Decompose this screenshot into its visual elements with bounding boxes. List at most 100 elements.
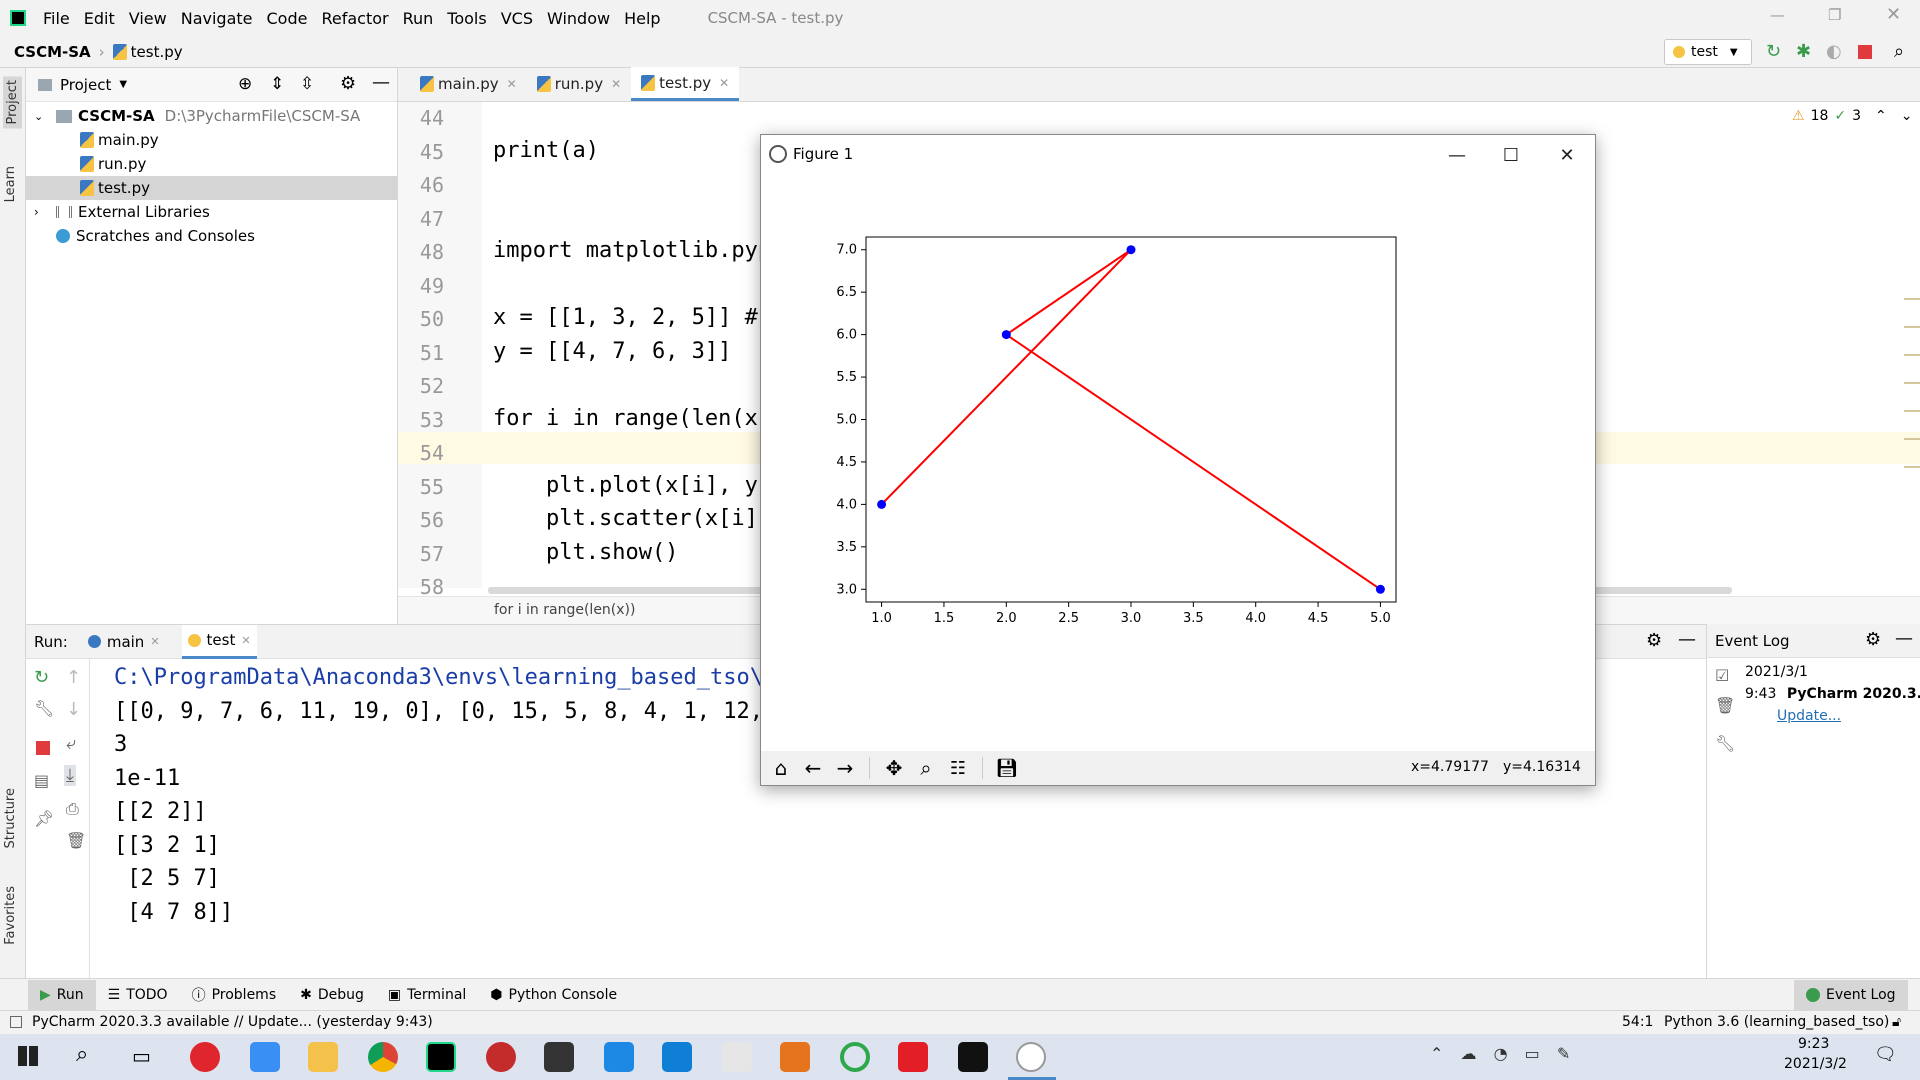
code-line[interactable]: y = [[4, 7, 6, 3]]: [493, 339, 731, 364]
task-view-icon[interactable]: ▭: [132, 1044, 151, 1068]
bottom-tab-debug[interactable]: ✱ Debug: [288, 987, 376, 1003]
status-message[interactable]: PyCharm 2020.3.3 available // Update... …: [32, 1014, 433, 1030]
tool-tab-project[interactable]: Project: [3, 76, 22, 129]
notes-app-icon[interactable]: [250, 1042, 280, 1072]
lock-icon[interactable]: 🔓︎: [1892, 1014, 1901, 1030]
locate-icon[interactable]: ⊕: [238, 74, 252, 94]
expand-all-icon[interactable]: ⇕: [270, 74, 284, 94]
tree-item-run[interactable]: run.py: [26, 152, 397, 176]
clock-date[interactable]: 2021/3/2: [1784, 1056, 1847, 1072]
back-icon[interactable]: ←: [799, 756, 827, 780]
rerun-icon[interactable]: ↻: [1766, 41, 1781, 62]
run-tab-main[interactable]: main ✕: [87, 633, 160, 651]
file-explorer-icon[interactable]: [308, 1042, 338, 1072]
tree-item-external-libraries[interactable]: › External Libraries: [26, 200, 397, 224]
hide-icon[interactable]: —: [1895, 628, 1913, 649]
feather-app-icon[interactable]: [722, 1042, 752, 1072]
trash-icon[interactable]: 🗑︎: [1715, 696, 1735, 715]
figure-close-button[interactable]: ✕: [1539, 135, 1595, 175]
configure-icon[interactable]: ☷: [944, 758, 972, 779]
bottom-tab-problems[interactable]: ⓘ Problems: [180, 985, 289, 1005]
chevron-right-icon[interactable]: ›: [34, 205, 50, 219]
tree-root[interactable]: ⌄ CSCM-SA D:\3PycharmFile\CSCM-SA: [26, 104, 397, 128]
code-line[interactable]: x = [[1, 3, 2, 5]] #: [493, 305, 758, 330]
hide-icon[interactable]: —: [372, 72, 390, 93]
menu-vcs[interactable]: VCS: [494, 9, 540, 28]
event-log-button[interactable]: Event Log: [1794, 979, 1908, 1010]
matlab-icon[interactable]: [780, 1042, 810, 1072]
code-line[interactable]: plt.show(): [493, 540, 678, 565]
vscode-icon[interactable]: [662, 1042, 692, 1072]
pan-icon[interactable]: ✥: [880, 756, 908, 780]
tab-run-py[interactable]: run.py ✕: [527, 67, 631, 101]
close-icon[interactable]: ✕: [611, 77, 621, 91]
pycharm-icon[interactable]: [426, 1042, 456, 1072]
clock-time[interactable]: 9:23: [1798, 1036, 1829, 1052]
scroll-to-end-icon[interactable]: ⤓: [64, 765, 76, 786]
code-line[interactable]: for i in range(len(x): [493, 406, 771, 431]
search-icon[interactable]: ⌕: [1894, 41, 1904, 62]
print-icon[interactable]: ⎙: [66, 799, 79, 819]
tool-tab-learn[interactable]: Learn: [3, 166, 18, 202]
restore-icon[interactable]: ❐: [1828, 6, 1841, 24]
up-arrow-icon[interactable]: ↑: [66, 667, 81, 688]
coverage-icon[interactable]: ◐: [1826, 41, 1842, 62]
tab-main-py[interactable]: main.py ✕: [410, 67, 527, 101]
run-config-select[interactable]: test ▼: [1664, 39, 1752, 65]
tree-item-main[interactable]: main.py: [26, 128, 397, 152]
snipping-tool-icon[interactable]: [604, 1042, 634, 1072]
code-line[interactable]: import matplotlib.pyp: [493, 238, 771, 263]
bottom-tab-python-console[interactable]: ⬢ Python Console: [478, 987, 629, 1003]
forward-icon[interactable]: →: [831, 756, 859, 780]
menu-window[interactable]: Window: [540, 9, 617, 28]
bottom-tab-terminal[interactable]: ▣ Terminal: [376, 987, 478, 1003]
gear-icon[interactable]: ⚙: [1646, 630, 1662, 651]
down-arrow-icon[interactable]: ↓: [66, 699, 81, 720]
chrome-icon[interactable]: [368, 1042, 398, 1072]
close-icon[interactable]: ✕: [507, 77, 517, 91]
project-panel-title[interactable]: Project: [60, 76, 111, 94]
layout-icon[interactable]: ▤: [34, 771, 49, 790]
wrench-icon[interactable]: 🔧︎: [34, 699, 54, 718]
code-line[interactable]: plt.scatter(x[i],: [493, 506, 771, 531]
tool-tab-favorites[interactable]: Favorites: [3, 886, 18, 945]
menu-view[interactable]: View: [122, 9, 174, 28]
rerun-icon[interactable]: ↻: [34, 667, 49, 688]
gear-icon[interactable]: ⚙: [340, 73, 356, 94]
menu-navigate[interactable]: Navigate: [174, 9, 260, 28]
close-icon[interactable]: ✕: [150, 635, 159, 648]
menu-edit[interactable]: Edit: [77, 9, 122, 28]
caret-position[interactable]: 54:1: [1622, 1014, 1653, 1030]
update-link[interactable]: Update...: [1777, 708, 1920, 724]
minimize-icon[interactable]: —: [1770, 6, 1785, 24]
cmd-icon[interactable]: [958, 1042, 988, 1072]
bottom-tab-run[interactable]: ▶ Run: [28, 979, 96, 1010]
editor-breadcrumb[interactable]: for i in range(len(x)): [494, 602, 635, 618]
tray-icons[interactable]: ⌃ ☁ ◔ ▭ ✎: [1430, 1044, 1576, 1063]
code-line[interactable]: plt.plot(x[i], y[: [493, 473, 771, 498]
menu-tools[interactable]: Tools: [440, 9, 493, 28]
circle-app-icon[interactable]: [840, 1042, 870, 1072]
wrench-icon[interactable]: 🔧︎: [1715, 734, 1735, 753]
close-icon[interactable]: ✕: [241, 634, 250, 647]
save-icon[interactable]: 💾︎: [993, 758, 1021, 779]
collapse-all-icon[interactable]: ⇳: [300, 74, 314, 94]
bottom-tab-todo[interactable]: ☰ TODO: [96, 987, 180, 1003]
chevron-down-icon[interactable]: ⌄: [1901, 108, 1913, 124]
tool-tab-structure[interactable]: Structure: [3, 788, 18, 848]
youdao-icon[interactable]: [898, 1042, 928, 1072]
interpreter-label[interactable]: Python 3.6 (learning_based_tso): [1664, 1014, 1889, 1030]
chevron-down-icon[interactable]: ⌄: [34, 110, 50, 123]
close-icon[interactable]: ✕: [1886, 4, 1901, 25]
code-line[interactable]: print(a): [493, 138, 599, 163]
chevron-down-icon[interactable]: ▼: [119, 79, 127, 90]
gear-icon[interactable]: ⚙: [1865, 629, 1881, 650]
chevron-up-icon[interactable]: ⌃: [1875, 108, 1887, 124]
mark-read-icon[interactable]: ☑: [1715, 666, 1729, 685]
trash-icon[interactable]: 🗑︎: [66, 831, 86, 850]
pin-icon[interactable]: 📌︎: [34, 809, 54, 828]
figure-maximize-button[interactable]: ☐: [1483, 135, 1539, 175]
figure-minimize-button[interactable]: —: [1429, 135, 1485, 175]
menu-help[interactable]: Help: [617, 9, 667, 28]
tree-item-scratches[interactable]: Scratches and Consoles: [26, 224, 397, 248]
